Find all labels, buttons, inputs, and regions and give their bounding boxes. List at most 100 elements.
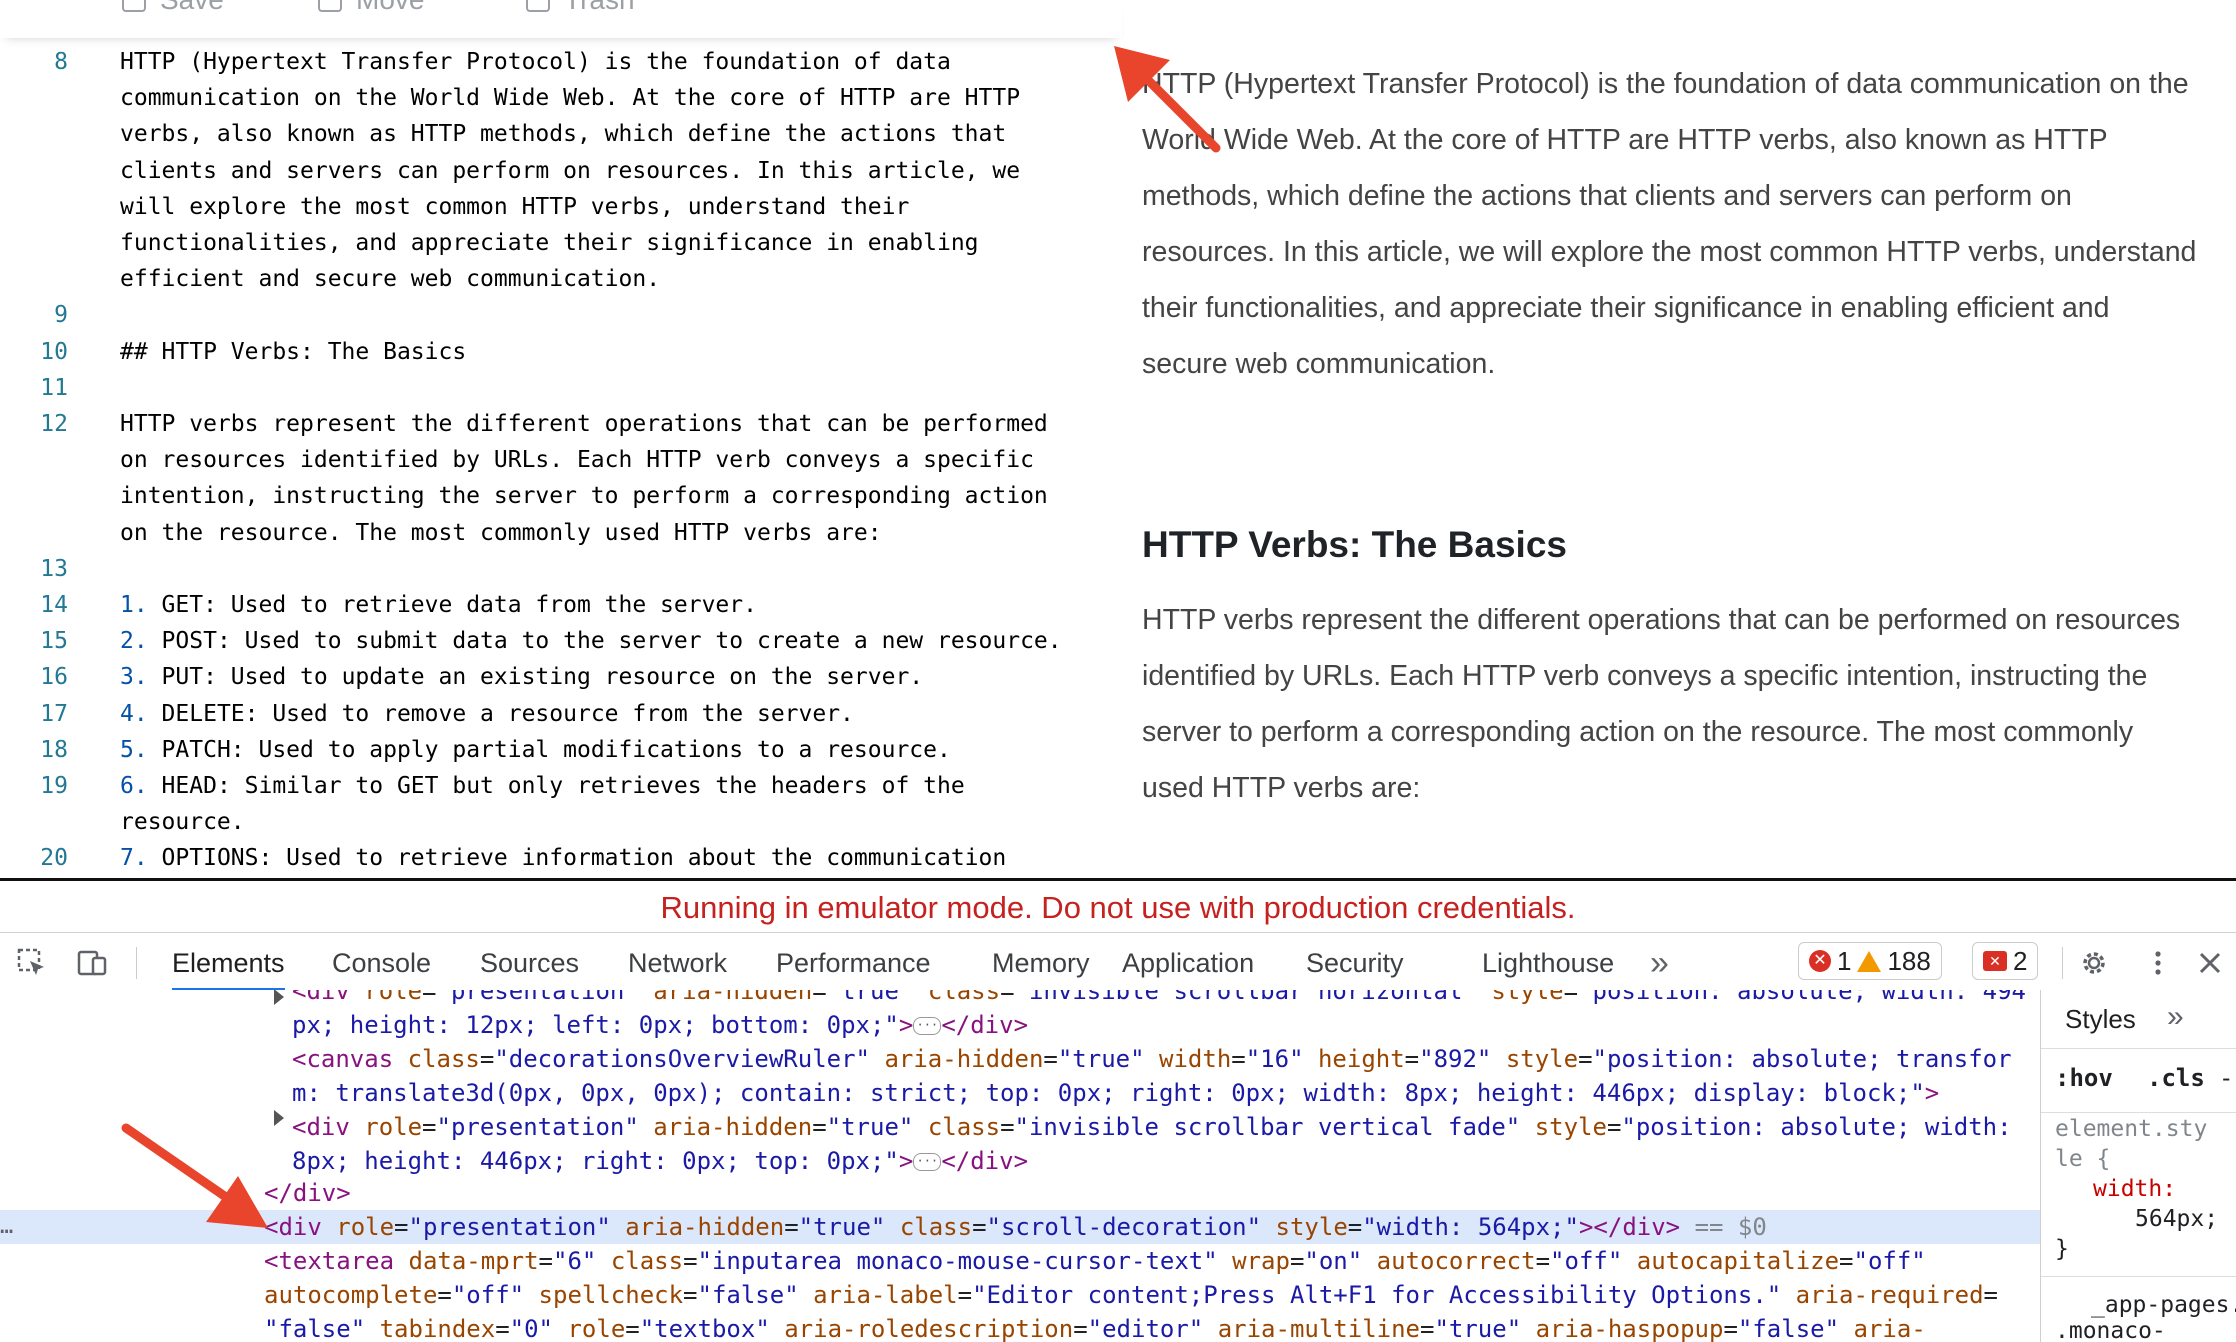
dom-node-canvas[interactable]: <canvas class="decorationsOverviewRuler"… xyxy=(292,1042,2012,1076)
devtools-tab-application[interactable]: Application xyxy=(1122,933,1254,991)
dom-node[interactable]: <div role="presentation" aria-hidden="tr… xyxy=(292,990,2026,1008)
line-number: 11 xyxy=(40,374,68,401)
line-text: 7. OPTIONS: Used to retrieve information… xyxy=(120,845,1007,872)
devtools-tab-bar: Elements Console Sources Network Performance… xyxy=(0,932,2236,992)
styles-pane: Styles » :hov .cls - element.sty le { wi… xyxy=(2040,990,2236,1342)
line-number: 10 xyxy=(40,338,68,365)
line-text: functionalities, and appreciate their si… xyxy=(120,230,979,256)
devtools-tab-security[interactable]: Security xyxy=(1306,933,1404,991)
style-value[interactable]: 564px; xyxy=(2135,1204,2218,1234)
trash-button[interactable]: Trash xyxy=(526,0,635,16)
elements-dom-tree[interactable]: … <div role="presentation" aria-hidden="… xyxy=(0,990,2040,1342)
editor-line[interactable]: 11 xyxy=(0,370,1122,406)
more-tabs-button[interactable]: » xyxy=(1650,933,1669,991)
editor-line[interactable]: efficient and secure web communication. xyxy=(0,261,1122,297)
editor-line[interactable]: 14 1. GET: Used to retrieve data from the… xyxy=(0,587,1122,623)
devtools-tab-elements[interactable]: Elements xyxy=(172,933,285,991)
editor-line[interactable]: 8 HTTP (Hypertext Transfer Protocol) is t… xyxy=(0,44,1122,80)
line-number: 20 xyxy=(40,845,68,872)
editor-line[interactable]: 18 5. PATCH: Used to apply partial modifi… xyxy=(0,732,1122,768)
line-text: verbs, also known as HTTP methods, which… xyxy=(120,121,1007,148)
line-text: efficient and secure web communication. xyxy=(120,266,661,293)
issues-count-badge[interactable]: ✕ 2 xyxy=(1972,942,2039,980)
line-number: 16 xyxy=(40,664,68,691)
issues-icon: ✕ xyxy=(1983,951,2007,971)
line-text: communication on the World Wide Web. At … xyxy=(120,85,1021,112)
editor-line[interactable]: 16 3. PUT: Used to update an existing res… xyxy=(0,659,1122,695)
preview-text-line: World Wide Web. At the core of HTTP are … xyxy=(1142,124,2108,156)
dom-node-textarea[interactable]: <textarea data-mprt="6" class="inputarea… xyxy=(264,1244,1926,1278)
line-text: on resources identified by URLs. Each HT… xyxy=(120,447,1034,474)
more-options-icon[interactable] xyxy=(2142,947,2174,979)
dom-node-close[interactable]: </div> xyxy=(264,1176,351,1210)
device-toolbar-icon[interactable] xyxy=(76,947,108,979)
settings-gear-icon[interactable] xyxy=(2078,947,2110,979)
move-icon xyxy=(318,0,342,12)
devtools-tab-memory[interactable]: Memory xyxy=(992,933,1090,991)
line-number: 14 xyxy=(40,592,68,618)
devtools-tab-console[interactable]: Console xyxy=(332,933,431,991)
dom-node-continued: m: translate3d(0px, 0px, 0px); contain: … xyxy=(292,1079,1940,1107)
preview-text-line: HTTP verbs represent the different opera… xyxy=(1142,604,2181,636)
editor-line[interactable]: intention, instructing the server to per… xyxy=(0,478,1122,514)
line-number: 9 xyxy=(54,302,68,329)
next-rule-selector: .monaco- xyxy=(2055,1318,2166,1342)
editor-toolbar: Save Move Trash xyxy=(0,0,1122,38)
line-text: on the resource. The most commonly used … xyxy=(120,519,882,546)
dom-node-continued: autocomplete="off" spellcheck="false" ar… xyxy=(264,1281,1998,1309)
editor-line[interactable]: 17 4. DELETE: Used to remove a resource f… xyxy=(0,696,1122,732)
inspect-element-icon[interactable] xyxy=(16,947,48,979)
editor-line[interactable]: verbs, also known as HTTP methods, which… xyxy=(0,116,1122,152)
class-toggle[interactable]: .cls xyxy=(2147,1064,2205,1092)
editor-line[interactable]: on resources identified by URLs. Each HT… xyxy=(0,442,1122,478)
editor-line[interactable]: 19 6. HEAD: Similar to GET but only retri… xyxy=(0,768,1122,804)
save-button[interactable]: Save xyxy=(122,0,224,16)
editor-line[interactable]: communication on the World Wide Web. At … xyxy=(0,80,1122,116)
dom-node-continued: 8px; height: 446px; right: 0px; top: 0px… xyxy=(292,1147,1029,1175)
line-text: 6. HEAD: Similar to GET but only retriev… xyxy=(120,773,965,799)
editor-line[interactable]: 15 2. POST: Used to submit data to the se… xyxy=(0,623,1122,659)
line-text: 1. GET: Used to retrieve data from the s… xyxy=(120,592,757,618)
close-devtools-icon[interactable] xyxy=(2194,947,2226,979)
preview-text-line: server to perform a corresponding action… xyxy=(1142,716,2134,748)
line-number: 18 xyxy=(40,736,68,763)
trash-icon xyxy=(526,0,550,12)
selected-dom-node[interactable]: <div role="presentation" aria-hidden="tr… xyxy=(264,1210,1767,1244)
line-number: 12 xyxy=(40,411,68,437)
error-count-badge[interactable]: ✕ 1 188 xyxy=(1798,942,1942,980)
editor-line[interactable]: 9 xyxy=(0,297,1122,333)
styles-tab[interactable]: Styles xyxy=(2065,1004,2136,1035)
devtools-tab-lighthouse[interactable]: Lighthouse xyxy=(1482,933,1614,991)
preview-text-line: their functionalities, and appreciate th… xyxy=(1142,292,2110,324)
preview-paragraph-verbs: HTTP verbs represent the different opera… xyxy=(1142,592,2236,816)
dom-node[interactable]: <div role="presentation" aria-hidden="tr… xyxy=(292,1110,2012,1144)
editor-line[interactable]: 12 HTTP verbs represent the different ope… xyxy=(0,406,1122,442)
line-text: HTTP verbs represent the different opera… xyxy=(120,411,1048,437)
line-text: 4. DELETE: Used to remove a resource fro… xyxy=(120,700,854,727)
preview-text-line: HTTP (Hypertext Transfer Protocol) is th… xyxy=(1142,68,2189,100)
styles-more-tabs-button[interactable]: » xyxy=(2167,1000,2184,1034)
editor-line[interactable]: resource. xyxy=(0,804,1122,840)
editor-line[interactable]: functionalities, and appreciate their si… xyxy=(0,225,1122,261)
editor-line[interactable]: 10 ## HTTP Verbs: The Basics xyxy=(0,334,1122,370)
warning-icon xyxy=(1857,950,1882,972)
style-property[interactable]: width: xyxy=(2093,1174,2176,1204)
editor-line[interactable]: 13 xyxy=(0,551,1122,587)
line-text: ## HTTP Verbs: The Basics xyxy=(120,338,467,365)
move-button[interactable]: Move xyxy=(318,0,424,16)
editor-line[interactable]: clients and servers can perform on resou… xyxy=(0,153,1122,189)
editor-line[interactable]: will explore the most common HTTP verbs,… xyxy=(0,189,1122,225)
line-text: 5. PATCH: Used to apply partial modifica… xyxy=(120,736,951,763)
editor-line[interactable]: 20 7. OPTIONS: Used to retrieve informati… xyxy=(0,840,1122,876)
expand-caret-icon[interactable] xyxy=(274,990,284,1005)
markdown-editor[interactable]: 8 HTTP (Hypertext Transfer Protocol) is t… xyxy=(0,38,1122,878)
expand-caret-icon[interactable] xyxy=(274,1110,284,1126)
hover-state-toggle[interactable]: :hov xyxy=(2055,1064,2113,1092)
devtools-tab-network[interactable]: Network xyxy=(628,933,727,991)
editor-line[interactable]: on the resource. The most commonly used … xyxy=(0,515,1122,551)
line-text: resource. xyxy=(120,809,245,836)
line-text: 2. POST: Used to submit data to the serv… xyxy=(120,628,1062,655)
devtools-tab-performance[interactable]: Performance xyxy=(776,933,931,991)
devtools-tab-sources[interactable]: Sources xyxy=(480,933,579,991)
line-number: 15 xyxy=(40,628,68,655)
